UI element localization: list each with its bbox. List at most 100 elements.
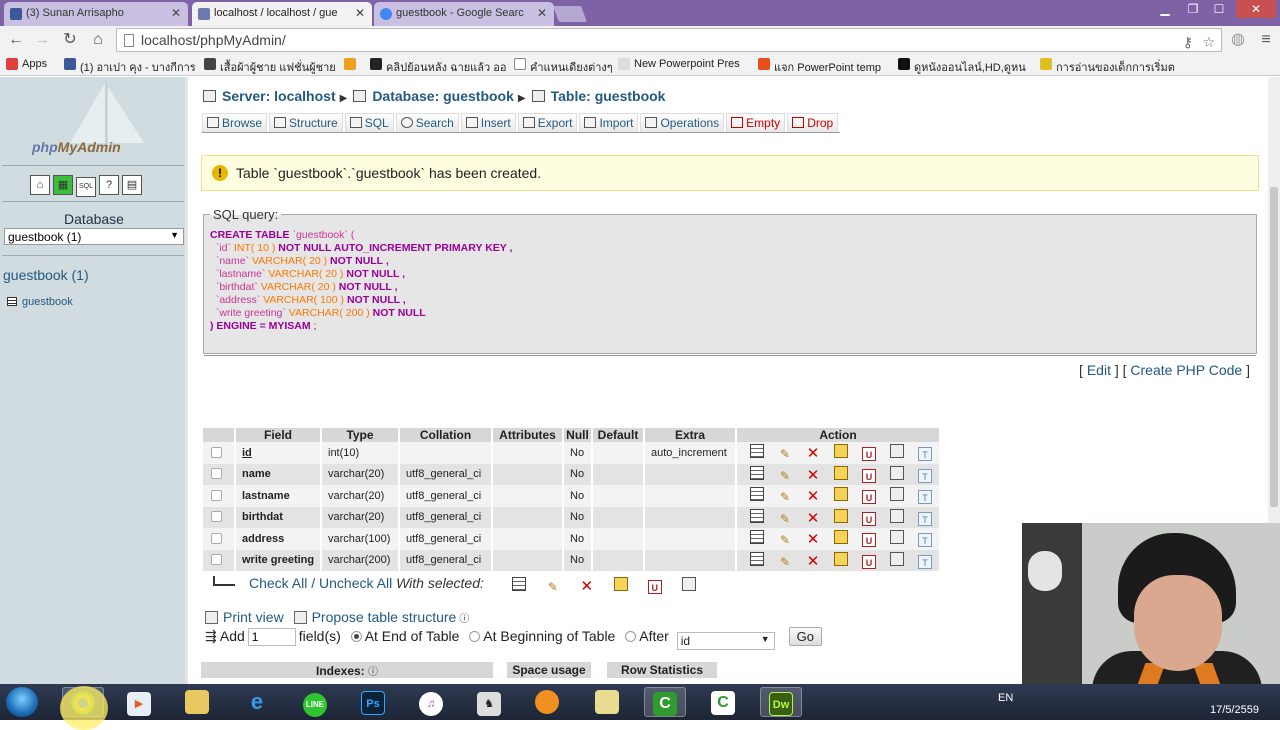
tab-insert[interactable]: Insert bbox=[460, 113, 516, 132]
index-icon[interactable] bbox=[890, 444, 904, 459]
query-icon[interactable]: ▤ bbox=[122, 175, 142, 195]
tab-operations[interactable]: Operations bbox=[640, 113, 725, 132]
at-beginning-radio[interactable] bbox=[469, 631, 481, 642]
drop-icon[interactable]: ✕ bbox=[806, 446, 820, 461]
tab-sql[interactable]: SQL bbox=[344, 113, 394, 132]
row-checkbox[interactable] bbox=[211, 532, 222, 544]
index-icon[interactable] bbox=[890, 530, 904, 545]
bookmark-item[interactable]: การอ่านของเด็กการเริ่มต bbox=[1040, 58, 1175, 76]
breadcrumb-table[interactable]: Table: guestbook bbox=[551, 88, 666, 104]
fulltext-icon[interactable]: T bbox=[918, 511, 932, 526]
maximize-icon[interactable]: ☐ bbox=[1206, 0, 1232, 18]
edit-icon[interactable]: ✎ bbox=[546, 580, 560, 594]
row-checkbox[interactable] bbox=[211, 554, 222, 566]
bookmark-item[interactable]: New Powerpoint Pres bbox=[618, 58, 740, 70]
drop-icon[interactable]: ✕ bbox=[806, 511, 820, 526]
unique-icon[interactable]: U bbox=[862, 533, 876, 548]
unique-icon[interactable]: U bbox=[862, 554, 876, 569]
bookmark-item[interactable]: แจก PowerPoint temp bbox=[758, 58, 881, 76]
row-checkbox[interactable] bbox=[211, 468, 222, 480]
drop-icon[interactable]: ✕ bbox=[806, 554, 820, 569]
at-end-radio[interactable] bbox=[350, 631, 362, 642]
taskbar-internet-explorer[interactable]: e bbox=[236, 687, 278, 717]
edit-icon[interactable]: ✎ bbox=[778, 447, 792, 461]
row-checkbox[interactable] bbox=[211, 489, 222, 501]
bookmark-item[interactable]: คำแหนเดียงต่างๆ bbox=[514, 58, 613, 76]
taskbar-camtasia[interactable]: C bbox=[644, 687, 686, 717]
taskbar-media-player[interactable]: ▶ bbox=[118, 687, 160, 717]
unique-icon[interactable]: U bbox=[862, 511, 876, 526]
close-tab-icon[interactable]: ✕ bbox=[171, 6, 181, 20]
primary-key-icon[interactable] bbox=[834, 444, 848, 459]
start-button[interactable] bbox=[6, 687, 38, 717]
browse-icon[interactable] bbox=[750, 530, 764, 545]
after-label[interactable]: After bbox=[639, 628, 669, 644]
column-header-collation[interactable]: Collation bbox=[399, 428, 493, 442]
edit-icon[interactable]: ✎ bbox=[778, 512, 792, 526]
primary-key-icon[interactable] bbox=[834, 551, 848, 566]
index-icon[interactable] bbox=[890, 487, 904, 502]
column-header-default[interactable]: Default bbox=[592, 428, 645, 442]
unique-icon[interactable]: U bbox=[862, 468, 876, 483]
extension-icon[interactable]: ◍ bbox=[1228, 30, 1248, 50]
check-all-link[interactable]: Check All bbox=[249, 575, 307, 591]
fulltext-icon[interactable]: T bbox=[918, 533, 932, 548]
propose-structure-link[interactable]: Propose table structure bbox=[312, 609, 457, 625]
minimize-icon[interactable]: ▁ bbox=[1152, 0, 1178, 18]
database-link[interactable]: guestbook (1) bbox=[3, 267, 89, 283]
language-indicator[interactable]: EN bbox=[998, 692, 1013, 704]
taskbar-dreamweaver[interactable]: Dw bbox=[760, 687, 802, 717]
unique-icon[interactable]: U bbox=[862, 447, 876, 462]
uncheck-all-link[interactable]: Uncheck All bbox=[319, 575, 392, 591]
tab-browse[interactable]: Browse bbox=[202, 113, 268, 132]
after-radio[interactable] bbox=[625, 631, 637, 642]
chrome-menu-icon[interactable]: ≡ bbox=[1256, 30, 1276, 50]
fulltext-icon[interactable]: T bbox=[918, 490, 932, 505]
breadcrumb-server[interactable]: Server: localhost bbox=[222, 88, 336, 104]
taskbar-folder[interactable] bbox=[586, 687, 628, 717]
index-icon[interactable] bbox=[890, 508, 904, 523]
unique-icon[interactable]: U bbox=[862, 490, 876, 505]
field-count-input[interactable] bbox=[247, 628, 296, 646]
system-date[interactable]: 17/5/2559 bbox=[1210, 704, 1259, 716]
primary-key-icon[interactable] bbox=[834, 508, 848, 523]
back-icon[interactable]: ← bbox=[6, 30, 26, 50]
browser-tab-google-search[interactable]: guestbook - Google Searc ✕ bbox=[374, 2, 554, 26]
browse-icon[interactable] bbox=[511, 577, 526, 591]
bookmark-item[interactable]: เสื้อผ้าผู้ชาย แฟชั่นผู้ชาย bbox=[204, 58, 336, 76]
home-icon[interactable]: ⌂ bbox=[30, 175, 50, 195]
bookmark-star-icon[interactable]: ☆ bbox=[1202, 34, 1215, 51]
go-button[interactable]: Go bbox=[788, 627, 822, 646]
drop-icon[interactable]: ✕ bbox=[806, 489, 820, 504]
drop-icon[interactable]: ✕ bbox=[806, 468, 820, 483]
window-close-icon[interactable]: ✕ bbox=[1236, 0, 1276, 18]
edit-icon[interactable]: ✎ bbox=[778, 555, 792, 569]
browser-tab-phpmyadmin[interactable]: localhost / localhost / gue ✕ bbox=[192, 2, 372, 26]
fulltext-icon[interactable]: T bbox=[918, 447, 932, 462]
forward-icon[interactable]: → bbox=[32, 30, 52, 50]
browse-icon[interactable] bbox=[750, 444, 764, 459]
scrollbar-thumb[interactable] bbox=[1270, 187, 1278, 507]
column-header-type[interactable]: Type bbox=[321, 428, 400, 442]
browse-icon[interactable] bbox=[750, 465, 764, 480]
unique-icon[interactable]: U bbox=[647, 580, 662, 594]
help-icon[interactable]: ⓘ bbox=[459, 614, 469, 625]
primary-key-icon[interactable] bbox=[834, 487, 848, 502]
column-header-null[interactable]: Null bbox=[563, 428, 593, 442]
home-icon[interactable]: ⌂ bbox=[88, 30, 108, 50]
edit-icon[interactable]: ✎ bbox=[778, 469, 792, 483]
bookmark-apps[interactable]: Apps bbox=[6, 58, 47, 70]
breadcrumb-database[interactable]: Database: guestbook bbox=[372, 88, 514, 104]
sql-icon[interactable]: SQL bbox=[76, 177, 96, 197]
index-icon[interactable] bbox=[890, 465, 904, 480]
taskbar-emoticon[interactable] bbox=[526, 687, 568, 717]
help-icon[interactable]: ⓘ bbox=[368, 667, 378, 678]
table-icon[interactable]: ▦ bbox=[53, 175, 73, 195]
row-checkbox[interactable] bbox=[211, 446, 222, 458]
table-link-guestbook[interactable]: guestbook bbox=[7, 296, 73, 308]
taskbar-file-explorer[interactable] bbox=[176, 687, 218, 717]
docs-icon[interactable]: ? bbox=[99, 175, 119, 195]
bookmark-item[interactable]: (1) อาเปา คุง - บางกีการ bbox=[64, 58, 196, 76]
tab-search[interactable]: Search bbox=[395, 113, 459, 132]
taskbar-line[interactable]: LINE bbox=[294, 687, 336, 717]
